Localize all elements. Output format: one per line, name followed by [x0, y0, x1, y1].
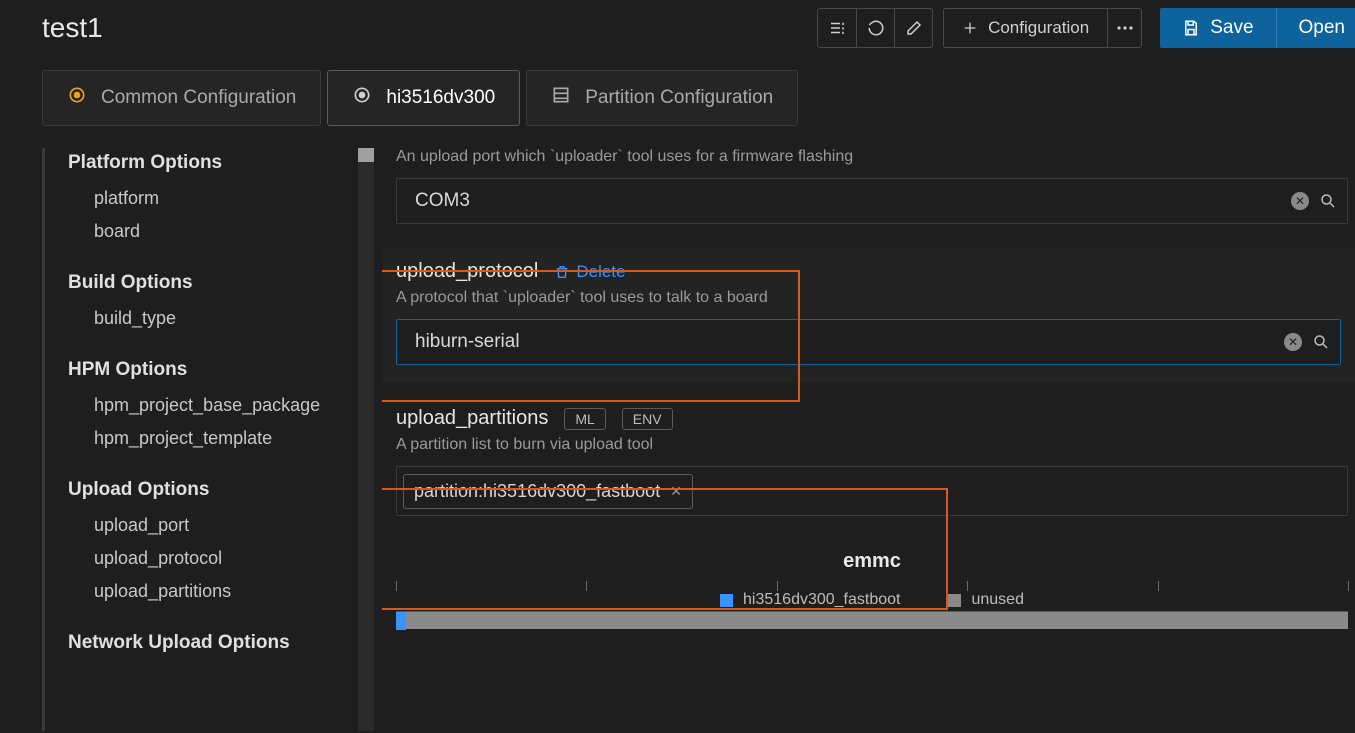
sidebar-item-hpm-template[interactable]: hpm_project_template [68, 422, 358, 455]
delete-label: Delete [576, 262, 625, 282]
section-platform-options: Platform Options [68, 152, 358, 174]
clear-icon[interactable]: ✕ [1291, 192, 1309, 210]
section-network-upload-options: Network Upload Options [68, 632, 358, 654]
upload-protocol-input[interactable]: hiburn-serial ✕ [396, 319, 1341, 365]
search-icon[interactable] [1319, 192, 1337, 210]
edit-icon[interactable] [894, 9, 932, 47]
upload-partitions-input[interactable]: partition:hi3516dv300_fastboot ✕ [396, 466, 1348, 516]
save-label: Save [1210, 17, 1253, 39]
field-desc: A protocol that `uploader` tool uses to … [396, 289, 1341, 307]
sidebar-item-upload-port[interactable]: upload_port [68, 509, 358, 542]
configuration-button-group: Configuration [943, 8, 1142, 48]
main-content: An upload port which `uploader` tool use… [382, 148, 1355, 731]
badge-ml: ML [564, 408, 605, 430]
trash-icon [554, 264, 570, 280]
partition-icon [551, 85, 571, 111]
delete-button[interactable]: Delete [554, 262, 625, 282]
body-split: Platform Options platform board Build Op… [0, 148, 1355, 731]
plus-icon [962, 20, 978, 36]
emmc-chart: emmc hi3516dv300_fastboot unused [396, 550, 1348, 629]
header-icon-group [817, 8, 933, 48]
save-button[interactable]: Save [1160, 8, 1275, 48]
sidebar-item-upload-protocol[interactable]: upload_protocol [68, 542, 358, 575]
primary-action-group: Save Open [1160, 8, 1355, 48]
field-desc: A partition list to burn via upload tool [396, 436, 1355, 454]
header-toolbar: Configuration Save Open [817, 8, 1355, 48]
tab-strip: Common Configuration hi3516dv300 Partiti… [0, 70, 1355, 126]
section-hpm-options: HPM Options [68, 359, 358, 381]
sidebar-item-board[interactable]: board [68, 215, 358, 248]
tab-hi3516dv300[interactable]: hi3516dv300 [327, 70, 520, 126]
page-title: test1 [42, 12, 103, 44]
sidebar-item-hpm-base-package[interactable]: hpm_project_base_package [68, 389, 358, 422]
clear-icon[interactable]: ✕ [1284, 333, 1302, 351]
section-build-options: Build Options [68, 272, 358, 294]
sidebar-item-build-type[interactable]: build_type [68, 302, 358, 335]
upload-port-input[interactable]: COM3 ✕ [396, 178, 1348, 224]
open-label: Open [1299, 17, 1345, 39]
field-upload-partitions: upload_partitions ML ENV A partition lis… [396, 407, 1355, 516]
scroll-thumb[interactable] [358, 148, 374, 162]
chart-bar [396, 611, 1348, 629]
tag-label: partition:hi3516dv300_fastboot [414, 481, 660, 502]
sidebar-gutter [42, 148, 54, 731]
badge-env: ENV [622, 408, 673, 430]
input-value: COM3 [415, 190, 1261, 212]
location-icon [352, 85, 372, 111]
tab-label: Partition Configuration [585, 87, 773, 109]
sidebar: Platform Options platform board Build Op… [68, 148, 358, 731]
tab-label: hi3516dv300 [386, 87, 495, 109]
field-label: upload_partitions [396, 407, 548, 430]
tab-partition-configuration[interactable]: Partition Configuration [526, 70, 798, 126]
chart-bar-fastboot-segment [396, 612, 406, 630]
input-value: hiburn-serial [415, 331, 1254, 353]
sidebar-item-upload-partitions[interactable]: upload_partitions [68, 575, 358, 608]
list-settings-icon[interactable] [818, 9, 856, 47]
more-icon[interactable] [1107, 9, 1141, 47]
field-desc: An upload port which `uploader` tool use… [396, 148, 1355, 166]
section-upload-options: Upload Options [68, 479, 358, 501]
chart-ticks [396, 581, 1348, 591]
header-bar: test1 Configuration [0, 0, 1355, 56]
refresh-icon[interactable] [856, 9, 894, 47]
field-label: upload_protocol [396, 260, 538, 283]
sidebar-scrollbar[interactable] [358, 148, 374, 731]
sidebar-item-platform[interactable]: platform [68, 182, 358, 215]
location-icon [67, 85, 87, 111]
field-upload-port: An upload port which `uploader` tool use… [396, 148, 1355, 224]
chart-title: emmc [396, 550, 1348, 573]
configuration-label: Configuration [988, 18, 1089, 38]
search-icon[interactable] [1312, 333, 1330, 351]
tab-common-configuration[interactable]: Common Configuration [42, 70, 321, 126]
open-button[interactable]: Open [1276, 8, 1355, 48]
tab-label: Common Configuration [101, 87, 296, 109]
save-icon [1182, 19, 1200, 37]
close-icon[interactable]: ✕ [670, 483, 682, 500]
add-configuration-button[interactable]: Configuration [944, 9, 1107, 47]
partition-tag[interactable]: partition:hi3516dv300_fastboot ✕ [403, 474, 693, 509]
field-upload-protocol: upload_protocol Delete A protocol that `… [382, 248, 1355, 383]
